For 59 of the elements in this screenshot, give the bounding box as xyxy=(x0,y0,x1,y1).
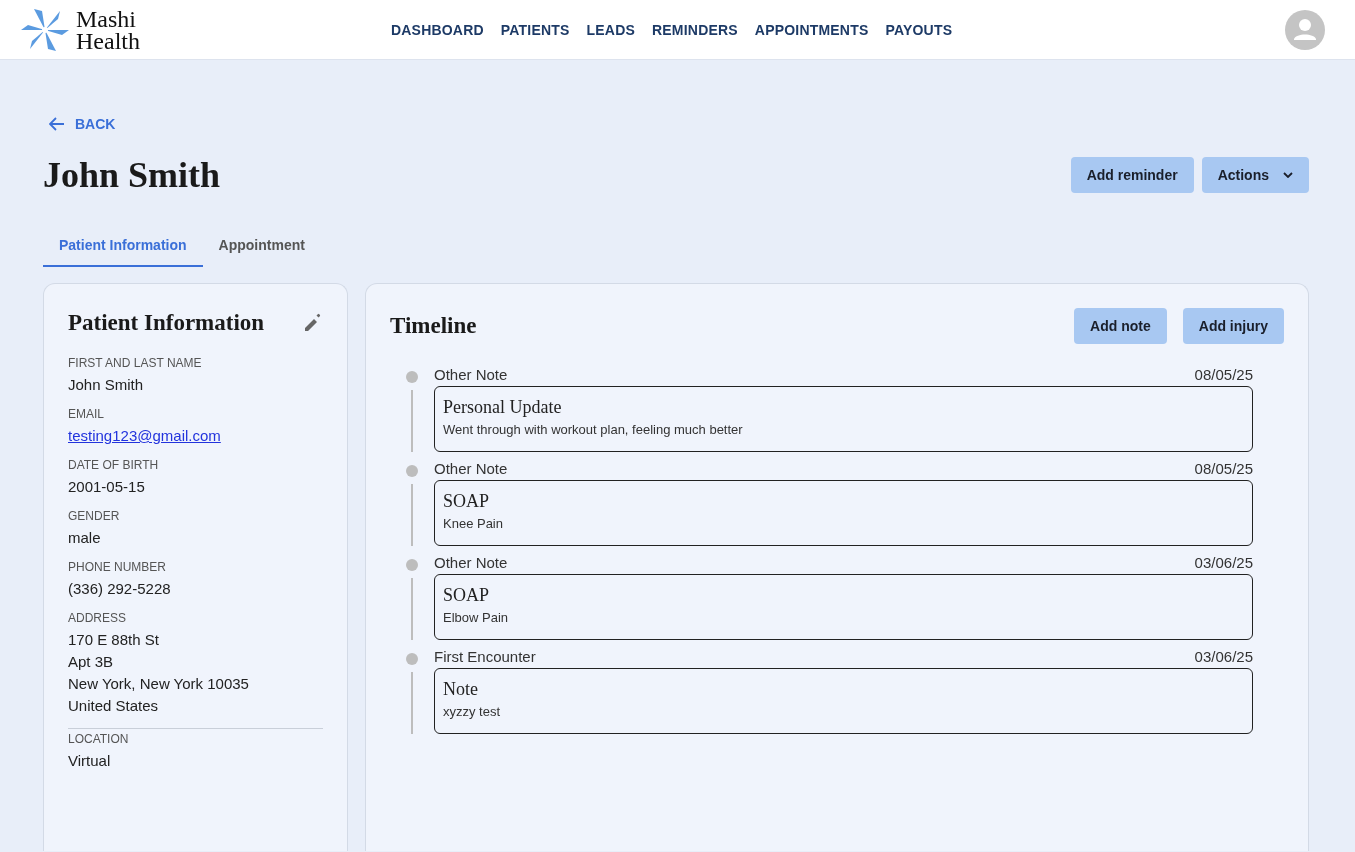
note-title: SOAP xyxy=(443,585,491,606)
back-link[interactable]: BACK xyxy=(49,116,116,132)
note-category: Other Note xyxy=(434,460,508,478)
field-value: male xyxy=(68,528,101,548)
note-title: SOAP xyxy=(443,491,491,512)
field-label: PHONE NUMBER xyxy=(68,560,167,574)
field-value: 170 E 88th St Apt 3B New York, New York 10035 United States xyxy=(68,630,249,716)
note-text: Went through with workout plan, feeling much better xyxy=(443,422,744,437)
note-title: Personal Update xyxy=(443,397,563,418)
timeline-dot xyxy=(406,465,418,477)
add-button[interactable]: Add note xyxy=(1074,308,1167,344)
nav-link[interactable]: LEADS xyxy=(586,21,635,38)
chevron-down-icon xyxy=(1283,172,1293,178)
field-value: Virtual xyxy=(68,751,111,771)
field-label: EMAIL xyxy=(68,407,105,421)
field-value: 2001-05-15 xyxy=(68,477,145,497)
note-category: Other Note xyxy=(434,366,508,384)
nav-link[interactable]: PATIENTS xyxy=(500,21,570,38)
note-title: Note xyxy=(443,679,479,700)
note-text: Elbow Pain xyxy=(443,610,510,625)
nav-link[interactable]: PAYOUTS xyxy=(885,21,953,38)
email-link[interactable]: testing123@gmail.com xyxy=(68,425,221,447)
note-text: Knee Pain xyxy=(443,516,504,531)
nav-link[interactable]: APPOINTMENTS xyxy=(754,21,869,38)
card-title: Timeline xyxy=(390,313,477,339)
note-card[interactable]: SOAP Elbow Pain xyxy=(434,574,1253,640)
add-reminder-button[interactable]: Add reminder xyxy=(1070,157,1194,193)
timeline-dot xyxy=(406,653,418,665)
field-value: (336) 292-5228 xyxy=(68,579,171,599)
logo-text: Mashi Health xyxy=(76,7,140,52)
field-label: DATE OF BIRTH xyxy=(68,458,160,472)
note-category: Other Note xyxy=(434,554,508,572)
note-date: 03/06/25 xyxy=(1194,648,1253,666)
add-button[interactable]: Add injury xyxy=(1182,308,1284,344)
actions-menu-button[interactable]: Actions xyxy=(1201,157,1309,193)
tab[interactable]: Patient Information xyxy=(43,226,203,267)
field-label: LOCATION xyxy=(68,732,130,746)
edit-pencil-icon[interactable] xyxy=(303,313,323,333)
nav-link[interactable]: DASHBOARD xyxy=(391,21,484,38)
card-title: Patient Information xyxy=(68,310,265,336)
back-arrow-icon xyxy=(49,117,65,131)
nav-link[interactable]: REMINDERS xyxy=(652,21,738,38)
tab[interactable]: Appointment xyxy=(202,226,321,267)
star-logo-icon xyxy=(20,6,70,53)
timeline-dot xyxy=(406,559,418,571)
field-value: John Smith xyxy=(68,375,144,395)
field-label: GENDER xyxy=(68,509,121,523)
field-label: FIRST AND LAST NAME xyxy=(68,356,203,370)
note-card[interactable]: SOAP Knee Pain xyxy=(434,480,1253,546)
note-date: 08/05/25 xyxy=(1194,366,1253,384)
note-date: 08/05/25 xyxy=(1194,460,1253,478)
patient-name-heading: John Smith xyxy=(43,154,221,196)
timeline-dot xyxy=(406,371,418,383)
note-card[interactable]: Note xyzzy test xyxy=(434,668,1253,734)
note-text: xyzzy test xyxy=(443,704,502,719)
note-date: 03/06/25 xyxy=(1194,554,1253,572)
note-category: First Encounter xyxy=(434,648,536,666)
field-label: ADDRESS xyxy=(68,611,127,625)
note-card[interactable]: Personal Update Went through with workout plan, feeling much better xyxy=(434,386,1253,452)
